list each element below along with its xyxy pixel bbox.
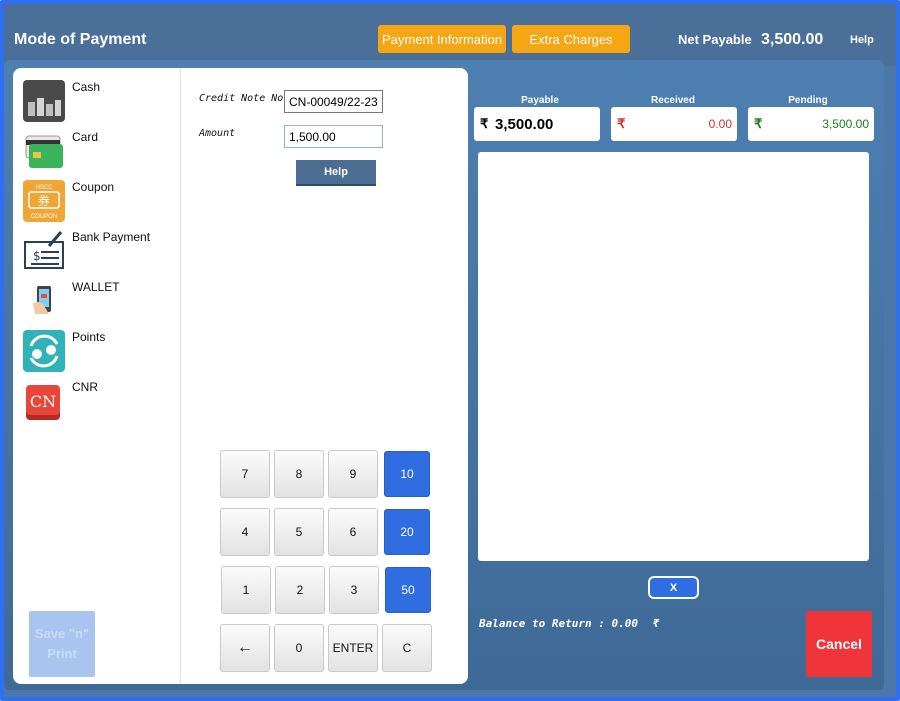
key-6[interactable]: 6 (328, 508, 378, 556)
coupon-icon-top-text: HSCC (35, 185, 53, 191)
key-1[interactable]: 1 (221, 566, 271, 614)
mode-wallet[interactable]: WALLET (19, 274, 177, 318)
bank-payment-icon: $ (23, 230, 65, 272)
key-5[interactable]: 5 (274, 508, 324, 556)
payable-value: 3,500.00 (495, 116, 554, 133)
key-8[interactable]: 8 (274, 450, 324, 498)
rupee-icon: ₹ (652, 617, 660, 630)
credit-note-input[interactable] (284, 90, 383, 113)
payment-entry-panel: Cash Card HSCC 券 COUPON Coupon $ Bank Pa… (13, 68, 468, 684)
coupon-icon-mid-text: 券 (38, 193, 50, 208)
rupee-icon: ₹ (754, 116, 763, 131)
help-link[interactable]: Help (850, 34, 874, 46)
received-label: Received (651, 95, 695, 106)
received-box: ₹ 0.00 (611, 107, 737, 141)
key-clear[interactable]: C (382, 624, 432, 672)
rupee-icon: ₹ (617, 116, 626, 131)
cancel-button[interactable]: Cancel (806, 611, 872, 677)
key-50[interactable]: 50 (385, 567, 431, 613)
key-7[interactable]: 7 (220, 450, 270, 498)
amount-label: Amount (199, 128, 236, 139)
received-value: 0.00 (708, 117, 732, 131)
key-4[interactable]: 4 (220, 508, 270, 556)
mode-label: Bank Payment (72, 230, 151, 244)
svg-text:$: $ (33, 249, 41, 263)
coupon-icon-bottom-text: COUPON (31, 214, 57, 220)
cnr-icon-text: CN (30, 392, 56, 411)
mode-label: WALLET (72, 280, 120, 294)
cash-icon (23, 80, 65, 122)
wallet-icon (23, 280, 65, 322)
balance-to-return: Balance to Return : 0.00 ₹ (479, 617, 659, 630)
mode-card[interactable]: Card (19, 124, 177, 168)
clear-entry-button[interactable]: X (648, 576, 699, 599)
net-payable-value: 3,500.00 (761, 31, 824, 48)
mode-label: CNR (72, 380, 98, 394)
balance-text: Balance to Return : 0.00 (479, 617, 638, 630)
mode-label: Points (72, 330, 106, 344)
mode-cnr[interactable]: CN CNR (19, 374, 177, 420)
pending-label: Pending (788, 95, 828, 106)
rupee-icon: ₹ (480, 116, 489, 131)
payment-mode-list: Cash Card HSCC 券 COUPON Coupon $ Bank Pa… (13, 68, 181, 684)
mode-label: Cash (72, 80, 101, 94)
key-10[interactable]: 10 (384, 451, 430, 497)
key-0[interactable]: 0 (274, 624, 324, 672)
credit-note-label: Credit Note No (199, 93, 284, 104)
key-9[interactable]: 9 (328, 450, 378, 498)
card-icon (23, 130, 65, 172)
payment-information-button[interactable]: Payment Information (378, 25, 506, 53)
key-2[interactable]: 2 (275, 566, 325, 614)
mode-coupon[interactable]: HSCC 券 COUPON Coupon (19, 174, 177, 222)
net-payable-label: Net Payable (678, 32, 752, 47)
save-n-print-button[interactable]: Save "n" Print (29, 611, 95, 677)
mode-label: Card (72, 130, 99, 144)
mode-points[interactable]: Points (19, 324, 177, 372)
mode-cash[interactable]: Cash (19, 74, 177, 122)
mode-bank-payment[interactable]: $ Bank Payment (19, 224, 177, 269)
key-3[interactable]: 3 (329, 566, 379, 614)
payment-list[interactable] (478, 152, 869, 561)
amount-input[interactable] (284, 125, 383, 148)
header-bar: Mode of Payment Payment Information Extr… (4, 4, 896, 66)
pending-box: ₹ 3,500.00 (748, 107, 874, 141)
window-title: Mode of Payment (14, 31, 147, 48)
key-enter[interactable]: ENTER (328, 624, 378, 672)
extra-charges-button[interactable]: Extra Charges (512, 25, 630, 53)
key-backspace[interactable]: ← (220, 624, 270, 672)
cnr-icon: CN (23, 380, 65, 422)
key-20[interactable]: 20 (384, 509, 430, 555)
coupon-icon: HSCC 券 COUPON (23, 180, 65, 222)
payable-label: Payable (521, 95, 559, 106)
mode-label: Coupon (72, 180, 115, 194)
help-button[interactable]: Help (296, 160, 376, 186)
payable-box: ₹ 3,500.00 (474, 107, 600, 141)
pending-value: 3,500.00 (822, 117, 869, 131)
points-icon (23, 330, 65, 372)
